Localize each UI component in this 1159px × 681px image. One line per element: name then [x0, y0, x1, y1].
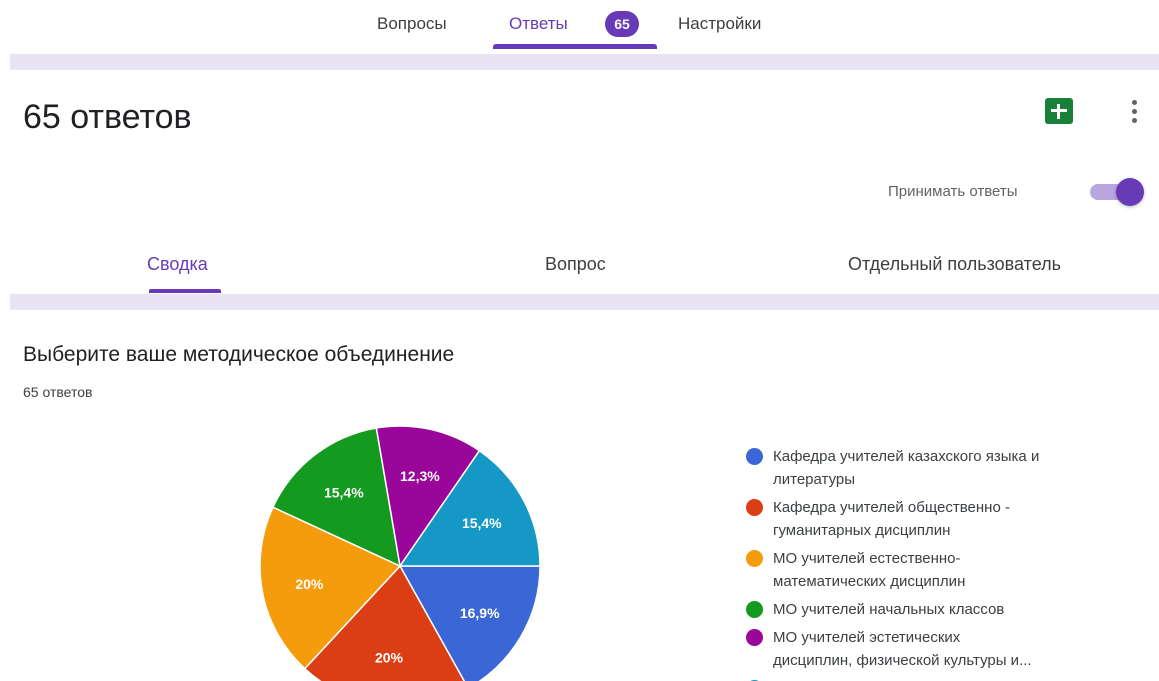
legend-swatch [746, 629, 763, 646]
chart-legend: Кафедра учителей казахского языка и литер… [746, 445, 1146, 681]
pie-slice-label: 15,4% [462, 515, 502, 531]
pie-slice-label: 20% [295, 576, 324, 592]
legend-item: МО учителей эстетических дисциплин, физич… [746, 626, 1146, 672]
legend-item: МО учителей анлийского языка [746, 677, 1146, 681]
legend-label: МО учителей естественно-математических д… [773, 550, 966, 590]
legend-label: МО учителей анлийского языка [773, 677, 1146, 681]
pie-slice-label: 15,4% [324, 485, 364, 501]
legend-item: МО учителей естественно-математических д… [746, 547, 1146, 593]
legend-item: Кафедра учителей общественно - гуманитарн… [746, 496, 1146, 542]
legend-item: МО учителей начальных классов [746, 598, 1146, 621]
legend-label: Кафедра учителей общественно - гуманитарн… [773, 499, 1010, 539]
legend-swatch [746, 499, 763, 516]
legend-item: Кафедра учителей казахского языка и литер… [746, 445, 1146, 491]
legend-swatch [746, 448, 763, 465]
pie-slice-label: 16,9% [460, 605, 500, 621]
legend-label: Кафедра учителей казахского языка и литер… [773, 448, 1040, 488]
legend-label: МО учителей начальных классов [773, 601, 1005, 618]
legend-label: МО учителей эстетических дисциплин, физич… [773, 629, 1032, 669]
legend-swatch [746, 601, 763, 618]
pie-slice-label: 12,3% [400, 468, 440, 484]
pie-slice-label: 20% [375, 650, 404, 666]
legend-swatch [746, 550, 763, 567]
